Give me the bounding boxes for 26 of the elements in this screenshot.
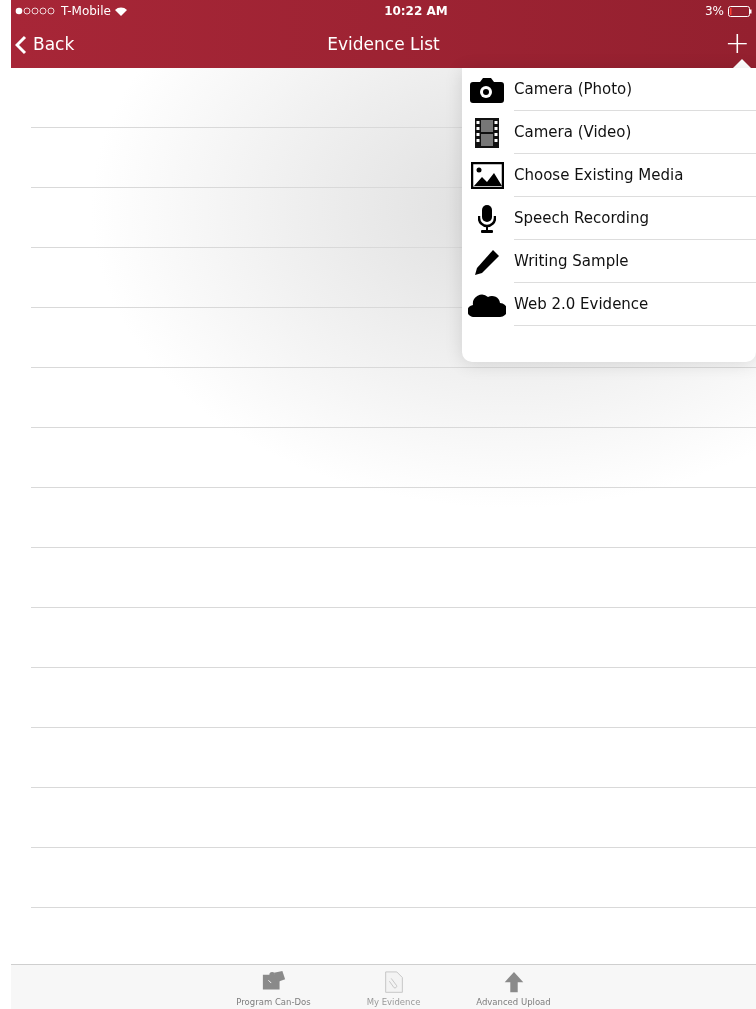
wifi-icon [114, 6, 127, 16]
battery-icon [728, 5, 752, 17]
menu-item[interactable]: Speech Recording [462, 197, 756, 240]
image-icon [470, 162, 504, 189]
tab-button[interactable]: Program Can-Dos [223, 965, 324, 1009]
menu-item[interactable]: Writing Sample [462, 240, 756, 283]
screen-title: Evidence List [327, 34, 440, 55]
mic-icon [478, 204, 496, 233]
menu-item[interactable]: Web 2.0 Evidence [462, 283, 756, 326]
carrier-name: T-Mobile [61, 3, 111, 20]
clock-time: 10:22 AM [384, 3, 448, 20]
menu-item[interactable]: Choose Existing Media [462, 154, 756, 197]
back-button[interactable]: Back [11, 32, 75, 58]
camera-icon [470, 76, 504, 103]
pencil-icon [473, 247, 501, 276]
cloud-icon [468, 292, 506, 317]
menu-item[interactable]: Camera (Photo) [462, 68, 756, 111]
battery-percent: 3% [704, 3, 724, 20]
film-icon [475, 117, 499, 148]
tab-button[interactable]: Advanced Upload [463, 965, 564, 1009]
chevron-icon [15, 35, 27, 55]
menu-item[interactable]: Camera (Video) [462, 111, 756, 154]
upload-icon [502, 971, 525, 994]
signal-icon [15, 7, 57, 15]
paperclip-icon [383, 971, 404, 994]
add-button[interactable]: + [724, 28, 756, 62]
